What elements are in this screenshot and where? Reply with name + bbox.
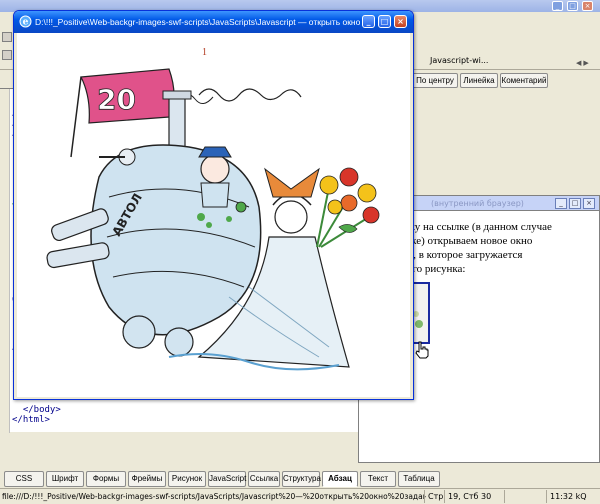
- comment-button[interactable]: Коментарий: [500, 73, 548, 88]
- status-path: file:///D:/!!!_Positive/Web-backgr-image…: [2, 492, 426, 501]
- popup-window: e D:\!!!_Positive\Web-backgr-images-swf-…: [13, 10, 414, 400]
- tab-6[interactable]: JavaScript: [208, 471, 246, 487]
- center-button[interactable]: По центру: [412, 73, 458, 88]
- cartoon-illustration: 20 АВТОЛ: [46, 68, 380, 371]
- tab-3[interactable]: Формы: [86, 471, 126, 487]
- status-blank: [504, 490, 544, 503]
- maximize-icon[interactable]: □: [567, 1, 578, 11]
- close-icon[interactable]: ×: [583, 198, 595, 209]
- hand-cursor-icon: [415, 341, 429, 359]
- status-line-label: Стр: [424, 490, 444, 503]
- ie-icon: e: [19, 15, 32, 28]
- minimize-icon[interactable]: _: [555, 198, 567, 209]
- tab-javascript-window[interactable]: Javascript-wi... ◀▶: [412, 54, 600, 68]
- ruler-button[interactable]: Линейка: [460, 73, 498, 88]
- browser-title: (внутренний браузер): [431, 199, 524, 208]
- left-toolstrip: [0, 28, 14, 70]
- tab-10[interactable]: Текст: [360, 471, 396, 487]
- status-size: 11:32 kQ: [546, 490, 600, 503]
- insert-tabs-bar: CSS Шрифт Формы Фреймы Рисунок JavaScript Ссыл…: [0, 470, 600, 488]
- banner-number: 20: [97, 83, 136, 116]
- tab-scroll-arrows-icon[interactable]: ◀▶: [576, 56, 596, 67]
- tab-label: Javascript-wi...: [430, 56, 489, 65]
- status-bar: file:///D:/!!!_Positive/Web-backgr-image…: [0, 488, 600, 504]
- code-gutter: [0, 89, 10, 433]
- svg-text:e: e: [23, 18, 29, 28]
- tab-1[interactable]: CSS: [4, 471, 44, 487]
- tab-5[interactable]: Рисунок: [168, 471, 206, 487]
- restore-icon[interactable]: □: [569, 198, 581, 209]
- minimize-icon[interactable]: _: [552, 1, 563, 11]
- flower-bouquet: [316, 167, 380, 248]
- tool-icon[interactable]: [2, 50, 12, 60]
- popup-title: D:\!!!_Positive\Web-backgr-images-swf-sc…: [35, 17, 365, 27]
- tab-7[interactable]: Ссылка: [248, 471, 280, 487]
- tab-11[interactable]: Таблица: [398, 471, 440, 487]
- minimize-icon[interactable]: _: [362, 15, 375, 28]
- close-icon[interactable]: ×: [582, 1, 593, 11]
- popup-titlebar[interactable]: e D:\!!!_Positive\Web-backgr-images-swf-…: [14, 11, 413, 33]
- popup-content: 1 20 АВТОЛ: [17, 33, 410, 397]
- close-icon[interactable]: ×: [394, 15, 407, 28]
- status-cursor-position: 19, Стб 30: [444, 490, 504, 503]
- code-line: </html>: [12, 415, 50, 425]
- tab-8[interactable]: Структура: [282, 471, 321, 487]
- tool-icon[interactable]: [2, 32, 12, 42]
- tab-9[interactable]: Абзац: [322, 471, 358, 487]
- maximize-icon[interactable]: □: [378, 15, 391, 28]
- tab-4[interactable]: Фреймы: [128, 471, 166, 487]
- tab-2[interactable]: Шрифт: [46, 471, 84, 487]
- code-line: </body>: [12, 405, 61, 415]
